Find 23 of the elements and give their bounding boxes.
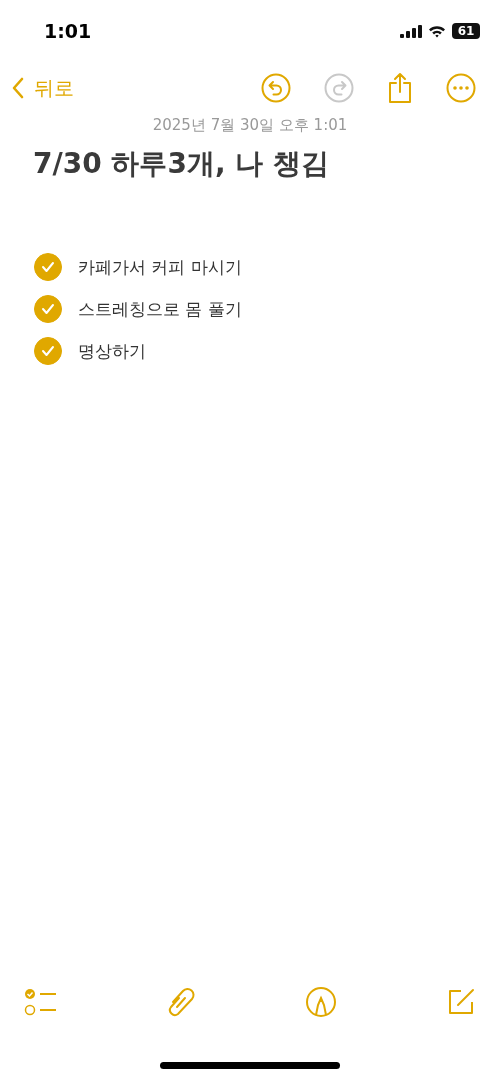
status-time: 1:01 bbox=[44, 20, 92, 42]
checkbox[interactable] bbox=[34, 295, 62, 323]
pen-tip-icon[interactable] bbox=[305, 986, 338, 1018]
checklist-item-text: 스트레칭으로 몸 풀기 bbox=[78, 297, 242, 321]
checkmark-icon bbox=[41, 345, 55, 357]
share-icon[interactable] bbox=[387, 72, 413, 104]
undo-icon[interactable] bbox=[261, 73, 291, 103]
more-icon[interactable] bbox=[446, 73, 476, 103]
note-date: 2025년 7월 30일 오후 1:01 bbox=[151, 116, 349, 135]
checkbox[interactable] bbox=[34, 253, 62, 281]
checklist-item-text: 명상하기 bbox=[78, 339, 146, 363]
chevron-left-icon bbox=[12, 77, 24, 99]
checklist-item-text: 카페가서 커피 마시기 bbox=[78, 255, 242, 279]
signal-icon bbox=[400, 24, 422, 38]
checkmark-icon bbox=[41, 261, 55, 273]
checkmark-icon bbox=[41, 303, 55, 315]
paperclip-icon[interactable] bbox=[166, 986, 197, 1018]
checklist-icon[interactable] bbox=[24, 987, 58, 1017]
back-button[interactable]: 뒤로 bbox=[12, 74, 74, 102]
note-title: 7/30 하루3개, 나 챙김 bbox=[33, 146, 331, 182]
wifi-icon bbox=[428, 24, 446, 38]
checkbox[interactable] bbox=[34, 337, 62, 365]
battery-icon: 61 bbox=[452, 23, 480, 39]
